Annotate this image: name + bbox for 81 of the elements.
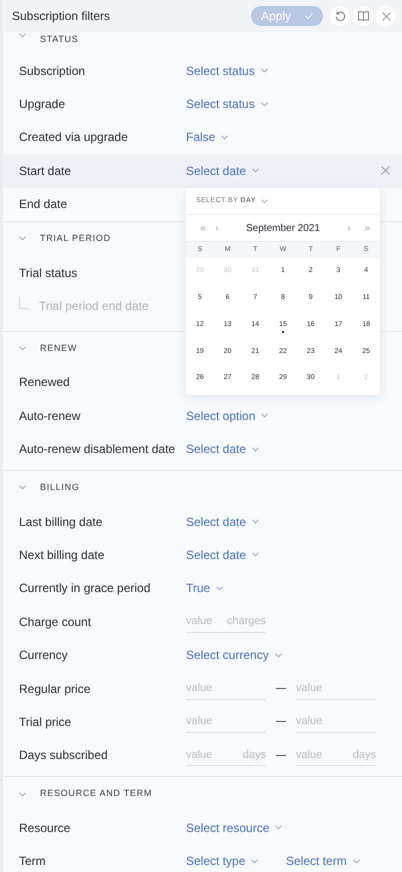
unit-label: charges xyxy=(226,614,266,630)
input-field[interactable]: value xyxy=(296,744,353,766)
chevron-icon xyxy=(19,792,26,797)
select-dropdown[interactable]: False xyxy=(186,128,228,146)
filter-label: Subscription xyxy=(19,62,86,80)
input-field[interactable]: value xyxy=(186,678,266,699)
select-dropdown[interactable]: Select resource xyxy=(186,818,282,837)
reset-icon xyxy=(334,10,346,22)
select-dropdown[interactable]: Select status xyxy=(186,62,268,80)
select-dropdown[interactable]: Select currency xyxy=(186,646,282,664)
input-field[interactable]: value xyxy=(186,744,243,766)
filter-label: Auto-renew disablement date xyxy=(19,441,176,458)
chevron-icon xyxy=(19,346,26,352)
filter-label: Start date xyxy=(19,162,72,180)
book-button[interactable] xyxy=(353,6,373,26)
section-header[interactable]: RESOURCE AND TERM xyxy=(3,777,152,812)
chevron-icon xyxy=(252,552,260,558)
select-dropdown[interactable]: Select date xyxy=(186,512,260,531)
input-field[interactable]: value xyxy=(296,710,376,732)
chevron-icon xyxy=(19,236,26,242)
unit-label: days xyxy=(242,748,266,763)
input-field[interactable]: value xyxy=(186,610,227,632)
input-field[interactable]: value xyxy=(186,710,266,732)
chevron-icon xyxy=(274,652,282,658)
section-header[interactable]: BILLING xyxy=(3,470,80,505)
section-header[interactable]: RENEW xyxy=(3,332,78,366)
chevron-icon xyxy=(260,102,268,107)
range-dash xyxy=(276,754,286,756)
filter-label: Created via upgrade xyxy=(19,129,129,146)
filter-label: Charge count xyxy=(19,614,92,631)
filter-label: Trial price xyxy=(19,714,72,731)
chevron-icon xyxy=(19,485,26,490)
select-dropdown[interactable]: Select term xyxy=(286,852,360,870)
filter-label: Currently in grace period xyxy=(19,580,152,598)
filter-label: Days subscribed xyxy=(19,747,109,764)
chevron-icon xyxy=(19,33,26,38)
select-dropdown[interactable]: Select status xyxy=(186,95,268,114)
calendar-month: September 2021 xyxy=(245,222,321,236)
filter-label: Term xyxy=(19,853,47,870)
book-icon xyxy=(358,11,368,21)
chevron-icon xyxy=(352,858,360,864)
close-icon[interactable] xyxy=(381,166,390,176)
chevron-icon xyxy=(275,825,282,830)
chevron-icon xyxy=(221,134,228,140)
range-dash xyxy=(276,688,286,690)
filter-label: Renewed xyxy=(19,374,71,392)
filter-label: Auto-renew xyxy=(19,408,82,425)
check-icon xyxy=(305,13,313,19)
select-dropdown[interactable]: Select date xyxy=(186,162,260,180)
select-dropdown[interactable]: Select type xyxy=(186,852,258,870)
chevron-icon xyxy=(252,446,260,452)
filter-label: Last billing date xyxy=(19,514,104,531)
filter-label: Next billing date xyxy=(19,546,106,564)
filter-label: End date xyxy=(19,196,68,214)
chevron-icon xyxy=(260,198,268,204)
panel-title: Subscription filters xyxy=(12,8,112,25)
chevron-icon xyxy=(261,413,268,418)
section-header[interactable]: TRIAL PERIOD xyxy=(3,222,111,256)
close-button[interactable] xyxy=(376,6,396,26)
filter-label: Upgrade xyxy=(19,96,66,114)
tree-connector-icon xyxy=(19,297,29,310)
select-dropdown[interactable]: Select option xyxy=(186,406,268,425)
select-dropdown[interactable]: Select date xyxy=(186,546,260,564)
range-dash xyxy=(276,721,286,722)
chevron-icon xyxy=(252,168,260,174)
filter-label: Trial status xyxy=(19,264,78,282)
section-header[interactable]: STATUS xyxy=(3,32,78,54)
filter-label: Resource xyxy=(19,820,72,837)
chevron-icon xyxy=(260,68,268,74)
chevron-icon xyxy=(216,586,224,591)
close-icon xyxy=(382,12,390,20)
filter-label: Trial period end date xyxy=(39,298,149,316)
filter-label: Regular price xyxy=(19,680,92,698)
input-field[interactable]: value xyxy=(296,678,376,699)
chevron-icon xyxy=(251,858,258,864)
select-dropdown[interactable]: Select date xyxy=(186,440,260,458)
unit-label: days xyxy=(352,748,376,763)
reset-button[interactable] xyxy=(330,6,350,26)
select-dropdown[interactable]: True xyxy=(186,579,224,598)
chevron-icon xyxy=(252,519,260,524)
filter-label: Currency xyxy=(19,647,69,664)
